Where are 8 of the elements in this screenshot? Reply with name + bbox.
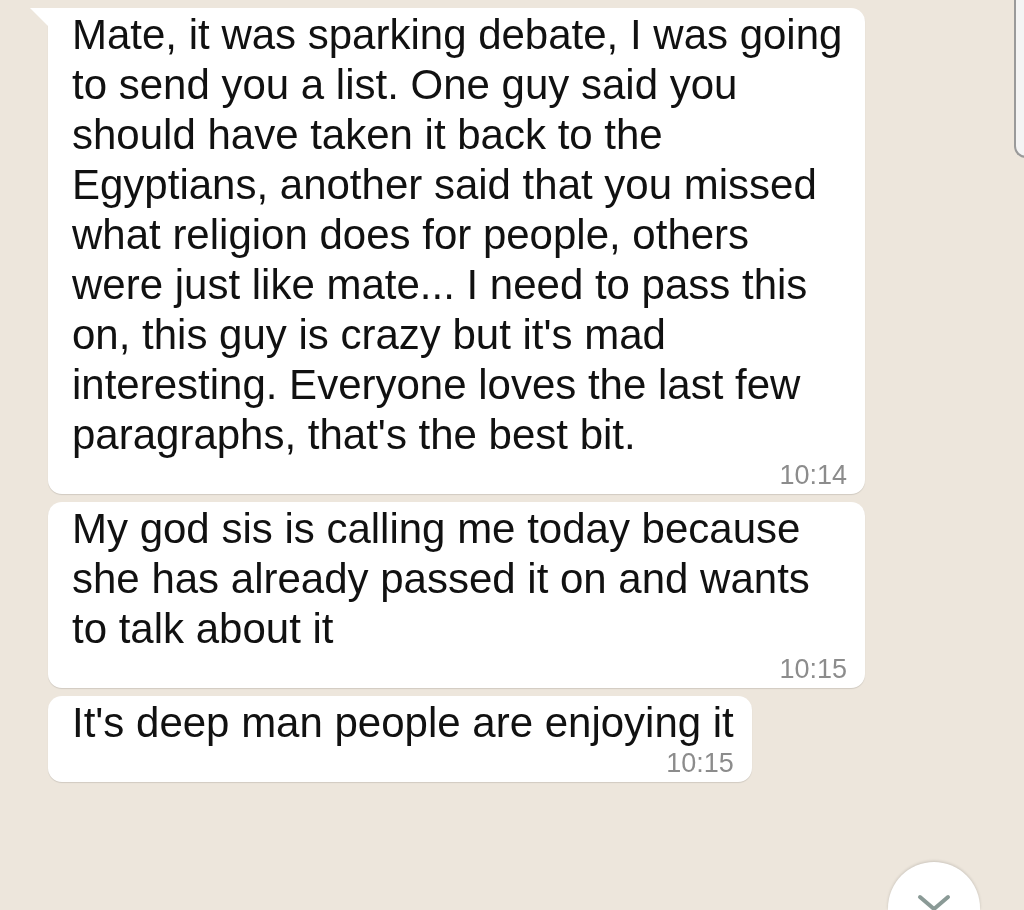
message-time: 10:15 bbox=[666, 748, 734, 778]
message-text: Mate, it was sparking debate, I was going to send you a list. One guy said you should have taken it back to the Egyptians, another said that you missed what religion does for people, others were just like mate... I need to pass this on, this guy is crazy but it's mad interesting. Everyone loves the last few paragraphs, that's the best bit. bbox=[72, 10, 844, 460]
chevron-down-icon bbox=[917, 894, 951, 910]
message-time: 10:15 bbox=[779, 654, 847, 684]
message-text: It's deep man people are enjoying it bbox=[72, 698, 734, 748]
message-text: My god sis is calling me today because she has already passed it on and wants to talk about it bbox=[72, 504, 811, 654]
message-time: 10:14 bbox=[779, 460, 847, 490]
scroll-down-button[interactable] bbox=[888, 862, 980, 910]
